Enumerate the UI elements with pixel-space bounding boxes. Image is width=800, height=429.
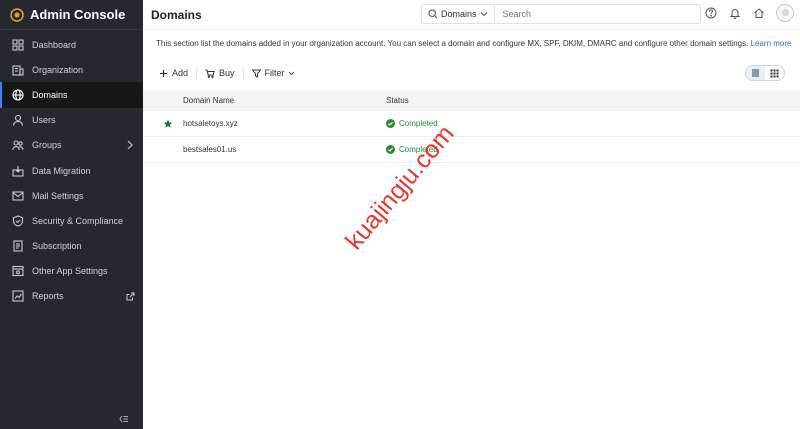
header-icons — [694, 4, 794, 22]
sidebar-item-reports[interactable]: Reports — [0, 284, 143, 309]
sidebar-item-mail-settings[interactable]: Mail Settings — [0, 183, 143, 208]
sidebar-item-organization[interactable]: Organization — [0, 57, 143, 82]
sidebar-item-security-compliance[interactable]: Security & Compliance — [0, 208, 143, 233]
table-row[interactable]: hotsaletoys.xyz Completed — [143, 111, 800, 137]
organization-icon — [11, 63, 25, 77]
search-icon — [428, 9, 438, 19]
sidebar-item-dashboard[interactable]: Dashboard — [0, 32, 143, 57]
groups-icon — [11, 138, 25, 152]
app-title: Admin Console — [30, 7, 126, 22]
search-scope-dropdown[interactable]: Domains — [422, 5, 495, 23]
domain-name[interactable]: hotsaletoys.xyz — [183, 119, 386, 128]
column-header-status[interactable]: Status — [386, 96, 409, 105]
help-icon[interactable] — [704, 6, 718, 20]
avatar[interactable] — [776, 4, 794, 22]
filter-label: Filter — [264, 68, 285, 78]
search-bar: Domains — [421, 4, 701, 24]
top-header: Domains Domains — [143, 0, 800, 30]
subscription-icon — [11, 239, 25, 253]
data-migration-icon — [11, 164, 25, 178]
chevron-right-icon[interactable] — [125, 140, 135, 150]
user-icon — [11, 113, 25, 127]
grid-view-button[interactable] — [765, 66, 784, 80]
sidebar-item-label: Security & Compliance — [32, 215, 124, 226]
star-icon[interactable] — [143, 119, 183, 129]
chevron-down-icon — [480, 12, 487, 17]
sidebar-item-label: Data Migration — [32, 165, 91, 176]
collapse-sidebar-icon[interactable] — [119, 413, 129, 423]
app-settings-icon — [11, 264, 25, 278]
list-view-icon — [752, 69, 759, 77]
status-cell: Completed — [386, 119, 438, 128]
grid-view-icon — [770, 69, 779, 77]
brand[interactable]: Admin Console — [0, 0, 143, 30]
sidebar-item-label: Subscription — [32, 241, 82, 252]
search-scope-label: Domains — [441, 9, 477, 19]
sidebar: Admin Console Dashboard Organization Dom… — [0, 0, 143, 429]
sidebar-item-label: Dashboard — [32, 39, 77, 50]
toolbar-divider — [242, 67, 244, 79]
page-title: Domains — [151, 7, 202, 22]
domains-table: Domain Name Status hotsaletoys.xyz Compl… — [143, 90, 800, 163]
search-input[interactable] — [494, 9, 675, 19]
home-icon[interactable] — [752, 6, 766, 20]
chevron-down-icon — [288, 71, 294, 75]
sidebar-item-label: Other App Settings — [32, 266, 108, 277]
sidebar-item-subscription[interactable]: Subscription — [0, 234, 143, 259]
sidebar-item-users[interactable]: Users — [0, 108, 143, 133]
toolbar-divider — [196, 67, 198, 79]
check-circle-icon — [386, 119, 395, 128]
sidebar-item-domains[interactable]: Domains — [0, 82, 143, 108]
admin-console-logo-icon — [10, 7, 24, 22]
sidebar-item-label: Reports — [32, 291, 64, 302]
section-description: This section list the domains added in y… — [156, 39, 791, 48]
external-link-icon[interactable] — [125, 291, 135, 301]
dashboard-icon — [11, 38, 25, 52]
bell-icon[interactable] — [728, 6, 742, 20]
globe-icon — [11, 88, 25, 102]
filter-dropdown[interactable]: Filter — [251, 68, 295, 78]
domain-name[interactable]: bestsales01.us — [183, 145, 386, 154]
table-header: Domain Name Status — [143, 90, 800, 111]
filter-icon — [251, 69, 261, 78]
add-button[interactable]: Add — [159, 68, 188, 78]
sidebar-item-data-migration[interactable]: Data Migration — [0, 158, 143, 183]
sidebar-item-label: Organization — [32, 64, 84, 75]
reports-icon — [11, 289, 25, 303]
sidebar-nav: Dashboard Organization Domains Users Gro… — [0, 32, 143, 309]
sidebar-item-label: Groups — [32, 140, 62, 151]
check-circle-icon — [386, 145, 395, 154]
domain-toolbar: Add Buy Filter — [159, 67, 295, 79]
main-content: This section list the domains added in y… — [143, 30, 800, 429]
view-toggle — [745, 65, 785, 81]
column-header-domain-name[interactable]: Domain Name — [183, 96, 386, 105]
buy-label: Buy — [219, 68, 235, 78]
table-row[interactable]: bestsales01.us Completed — [143, 137, 800, 163]
sidebar-item-label: Users — [32, 115, 56, 126]
plus-icon — [160, 69, 167, 77]
sidebar-item-groups[interactable]: Groups — [0, 133, 143, 158]
sidebar-item-other-app-settings[interactable]: Other App Settings — [0, 259, 143, 284]
learn-more-link[interactable]: Learn more — [751, 39, 792, 48]
shield-icon — [11, 214, 25, 228]
buy-button[interactable]: Buy — [205, 68, 235, 78]
list-view-button[interactable] — [746, 66, 765, 80]
sidebar-item-label: Mail Settings — [32, 190, 84, 201]
sidebar-item-label: Domains — [32, 89, 68, 100]
cart-icon — [205, 69, 215, 78]
mail-settings-icon — [11, 189, 25, 203]
add-label: Add — [172, 68, 189, 78]
description-text: This section list the domains added in y… — [156, 39, 749, 48]
